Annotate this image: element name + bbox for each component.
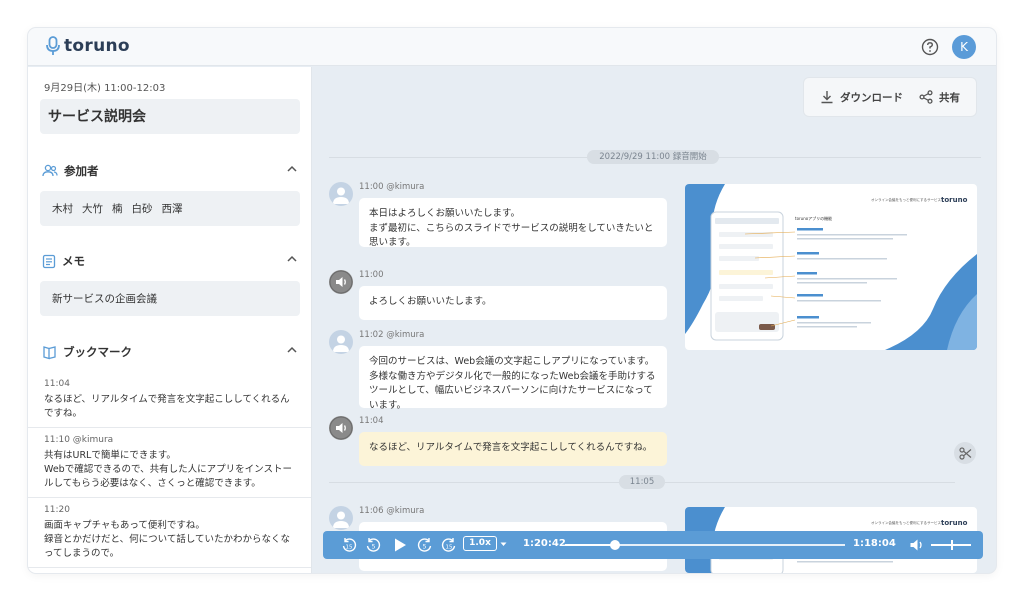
- message-meta: 11:00: [359, 270, 384, 280]
- slide-heading: torunoアプリの機能: [795, 215, 832, 221]
- memo-text[interactable]: 新サービスの企画会議: [40, 281, 300, 316]
- user-avatar-icon: [333, 511, 349, 528]
- slide-image: オンライン会議をもっと便利にするサービス toruno torunoアプリの機能: [685, 184, 977, 350]
- users-icon: [42, 164, 58, 177]
- message-meta: 11:02 @kimura: [359, 330, 425, 340]
- bookmark-time: 11:10 @kimura: [44, 435, 114, 445]
- chevron-down-icon[interactable]: [500, 542, 507, 547]
- svg-text:5: 5: [423, 544, 427, 551]
- list-item[interactable]: 11:04 なるほど、リアルタイムで発言を文字起こししてくれるんですね。: [28, 372, 311, 428]
- forward-15-icon[interactable]: 15: [441, 537, 457, 553]
- message-meta: 11:04: [359, 416, 384, 426]
- action-bar: ダウンロード 共有: [803, 77, 977, 117]
- audio-player: 15 5 5 15 1.0x 1:20:42 1:18:04: [323, 531, 983, 559]
- volume-icon[interactable]: [909, 537, 925, 553]
- user-avatar-icon: [333, 187, 349, 204]
- bookmark-time: 11:04: [44, 379, 70, 389]
- list-item[interactable]: 11:20 画面キャプチャもあって便利ですね。 録音とかだけだと、何について話し…: [28, 498, 311, 568]
- participant-name: 楠: [112, 203, 123, 215]
- playback-speed-select[interactable]: 1.0x: [463, 536, 497, 551]
- memo-header[interactable]: メモ: [42, 251, 298, 271]
- meeting-title[interactable]: サービス説明会: [40, 99, 300, 134]
- bookmark-header[interactable]: ブックマーク: [42, 342, 298, 362]
- list-item[interactable]: 11:10 @kimura 共有はURLで簡単にできます。 Webで確認できるの…: [28, 428, 311, 498]
- bookmark-text: なるほど、リアルタイムで発言を文字起こししてくれるんですね。: [44, 394, 290, 419]
- download-button[interactable]: ダウンロード: [820, 90, 903, 105]
- help-icon[interactable]: [921, 38, 939, 60]
- memo-label: メモ: [62, 254, 85, 268]
- current-time: 1:20:42: [523, 538, 566, 549]
- bookmark-text: 共有はURLで簡単にできます。 Webで確認できるので、共有した人にアプリをイン…: [44, 450, 292, 489]
- chevron-up-icon[interactable]: [286, 254, 298, 264]
- message-meta: 11:06 @kimura: [359, 506, 425, 516]
- message-text: 今回のサービスは、Web会議の文字起こしアプリになっています。多様な働き方やデジ…: [359, 346, 667, 411]
- message-text: なるほど、リアルタイムで発言を文字起こししてくれるんですね。: [359, 432, 667, 466]
- avatar: [329, 330, 353, 354]
- bookmark-text: 画面キャプチャもあって便利ですね。 録音とかだけだと、何について話していたかわか…: [44, 520, 291, 559]
- play-icon[interactable]: [392, 537, 408, 553]
- svg-text:5: 5: [372, 544, 376, 551]
- bookmark-label: ブックマーク: [63, 345, 132, 359]
- sidebar: 9月29日(木) 11:00-12:03 サービス説明会 参加者 木村 大竹楠白砂…: [28, 67, 312, 573]
- user-avatar[interactable]: K: [952, 35, 976, 59]
- app-name: toruno: [64, 36, 130, 56]
- recording-start-divider: 2022/9/29 11:00 録音開始: [329, 150, 981, 164]
- svg-text:15: 15: [346, 545, 353, 551]
- participants-list: 木村 大竹楠白砂 西澤: [40, 191, 300, 226]
- download-label: ダウンロード: [840, 91, 903, 104]
- bookmark-icon: [43, 345, 56, 359]
- time-divider-label: 11:05: [619, 475, 665, 489]
- participant-name: 白砂: [131, 203, 153, 215]
- participant-name: 西澤: [161, 203, 183, 215]
- bookmark-time: 11:20: [44, 505, 70, 515]
- rewind-5-icon[interactable]: 5: [365, 537, 381, 553]
- message-text: 本日はよろしくお願いいたします。 まず最初に、こちらのスライドでサービスの説明を…: [359, 198, 667, 248]
- rewind-15-icon[interactable]: 15: [341, 537, 357, 553]
- seek-handle[interactable]: [610, 540, 621, 550]
- app-window: toruno K 9月29日(木) 11:00-12:03 サービス説明会 参加…: [28, 28, 996, 573]
- microphone-icon: [46, 36, 60, 55]
- chevron-up-icon[interactable]: [286, 345, 298, 355]
- chevron-up-icon[interactable]: [286, 164, 298, 174]
- avatar: [329, 416, 353, 440]
- seek-progress: [565, 544, 616, 546]
- share-button[interactable]: 共有: [919, 90, 960, 105]
- app-header: toruno K: [28, 28, 996, 66]
- avatar: [329, 182, 353, 206]
- slide-brand: toruno: [941, 519, 968, 527]
- svg-text:15: 15: [446, 545, 453, 551]
- slide-brand: toruno: [941, 196, 968, 204]
- memo-icon: [42, 254, 56, 268]
- volume-handle[interactable]: [951, 540, 953, 550]
- participants-header[interactable]: 参加者: [42, 161, 298, 181]
- share-icon: [919, 90, 933, 104]
- slide-thumbnail[interactable]: オンライン会議をもっと便利にするサービス toruno torunoアプリの機能: [685, 184, 977, 350]
- recording-start-label: 2022/9/29 11:00 録音開始: [587, 150, 719, 164]
- user-avatar-icon: [333, 335, 349, 352]
- slide-tagline: オンライン会議をもっと便利にするサービス: [871, 520, 942, 525]
- forward-5-icon[interactable]: 5: [417, 537, 433, 553]
- avatar: [329, 506, 353, 530]
- download-icon: [821, 91, 833, 104]
- meeting-datetime: 9月29日(木) 11:00-12:03: [44, 83, 166, 94]
- bookmark-list: 11:04 なるほど、リアルタイムで発言を文字起こししてくれるんですね。 11:…: [28, 372, 311, 568]
- message-meta: 11:00 @kimura: [359, 182, 425, 192]
- time-divider: 11:05: [329, 475, 955, 489]
- participant-name: 大竹: [82, 203, 103, 215]
- avatar: [329, 270, 353, 294]
- scissors-icon: [958, 446, 971, 460]
- total-time: 1:18:04: [853, 538, 896, 549]
- transcript-panel: ダウンロード 共有 2022/9/29 11:00 録音開始 11:00 @ki…: [313, 67, 996, 573]
- participant-name: 木村: [52, 203, 73, 215]
- slide-tagline: オンライン会議をもっと便利にするサービス: [871, 197, 942, 202]
- speaker-icon: [329, 416, 353, 440]
- participants-label: 参加者: [64, 164, 99, 178]
- speaker-icon: [329, 270, 353, 294]
- split-button[interactable]: [954, 442, 976, 464]
- message-text: よろしくお願いいたします。: [359, 286, 667, 320]
- share-label: 共有: [939, 91, 960, 104]
- app-logo[interactable]: toruno: [46, 36, 130, 56]
